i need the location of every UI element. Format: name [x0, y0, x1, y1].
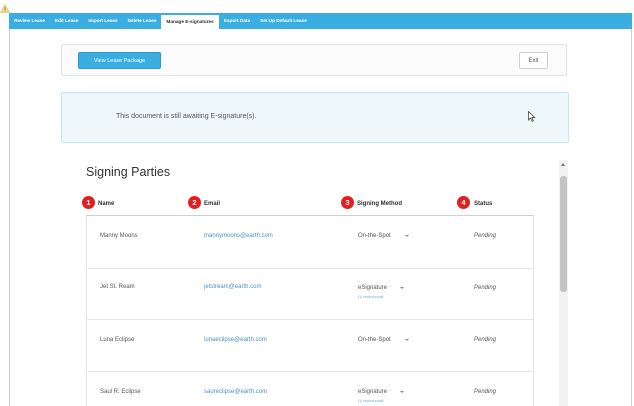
chevron-down-icon[interactable] — [400, 391, 404, 393]
row-divider — [86, 268, 534, 269]
row-2-email[interactable]: jetstream@earth.com — [204, 284, 261, 290]
signing-parties-title: Signing Parties — [86, 165, 171, 179]
column-number-badge-1: 1 — [82, 196, 95, 209]
row-4-name: Saul R. Eclipse — [100, 389, 141, 395]
warning-icon — [0, 3, 11, 13]
signing-parties-table — [86, 216, 534, 406]
row-3-name: Luna Eclipse — [100, 337, 135, 343]
tab-manage-esignatures[interactable]: Manage E-signatures — [161, 15, 219, 29]
top-nav-bar: Review Lease Edit Lease Import Lease Del… — [9, 13, 632, 29]
row-2-signing-method-select[interactable]: eSignature — [358, 285, 387, 291]
tab-delete-lease[interactable]: Delete Lease — [123, 13, 162, 29]
chevron-down-icon[interactable] — [405, 339, 409, 341]
scroll-up-arrow-icon[interactable] — [561, 163, 565, 166]
vertical-scrollbar[interactable] — [559, 160, 568, 406]
scrollbar-thumb[interactable] — [560, 176, 567, 292]
view-lease-package-button[interactable]: View Lease Package — [78, 52, 161, 69]
mouse-pointer-icon — [528, 111, 536, 122]
tab-set-up-default-lease[interactable]: Set Up Default Lease — [255, 13, 312, 29]
column-number-badge-3: 3 — [341, 196, 354, 209]
row-4-email[interactable]: saureclipse@earth.com — [204, 389, 267, 395]
row-2-name: Jet St. Ream — [100, 284, 135, 290]
row-2-status: Pending — [474, 285, 497, 291]
column-header-name: Name — [98, 201, 115, 207]
row-1-email[interactable]: mannymoons@earth.com — [204, 233, 273, 239]
row-3-status: Pending — [474, 337, 497, 343]
column-header-signing-method: Signing Method — [357, 201, 402, 207]
tab-edit-lease[interactable]: Edit Lease — [50, 13, 84, 29]
column-number-badge-4: 4 — [457, 196, 470, 209]
row-1-status: Pending — [474, 233, 497, 239]
row-3-signing-method-select[interactable]: On-the-Spot — [358, 337, 391, 343]
tab-review-lease[interactable]: Review Lease — [9, 13, 50, 29]
alert-message: This document is still awaiting E-signat… — [116, 113, 257, 120]
row-divider — [86, 319, 534, 320]
chevron-down-icon[interactable] — [400, 287, 404, 289]
row-1-signing-method-select[interactable]: On-the-Spot — [358, 233, 391, 239]
tab-export-data[interactable]: Export Data — [219, 13, 255, 29]
exit-button[interactable]: Exit — [519, 52, 548, 69]
chevron-down-icon[interactable] — [405, 235, 409, 237]
column-header-status: Status — [474, 201, 493, 207]
row-2-resend-email-link[interactable]: (1) resend email — [358, 295, 383, 299]
row-4-status: Pending — [474, 389, 497, 395]
row-divider — [86, 371, 534, 372]
row-1-name: Manny Moons — [100, 233, 138, 239]
row-4-signing-method-select[interactable]: eSignature — [358, 389, 387, 395]
row-3-email[interactable]: lunaeclipse@earth.com — [204, 337, 267, 343]
row-4-resend-email-link[interactable]: (1) resend email — [358, 399, 383, 403]
column-number-badge-2: 2 — [188, 196, 201, 209]
column-header-email: Email — [204, 201, 221, 207]
tab-import-lease[interactable]: Import Lease — [83, 13, 122, 29]
